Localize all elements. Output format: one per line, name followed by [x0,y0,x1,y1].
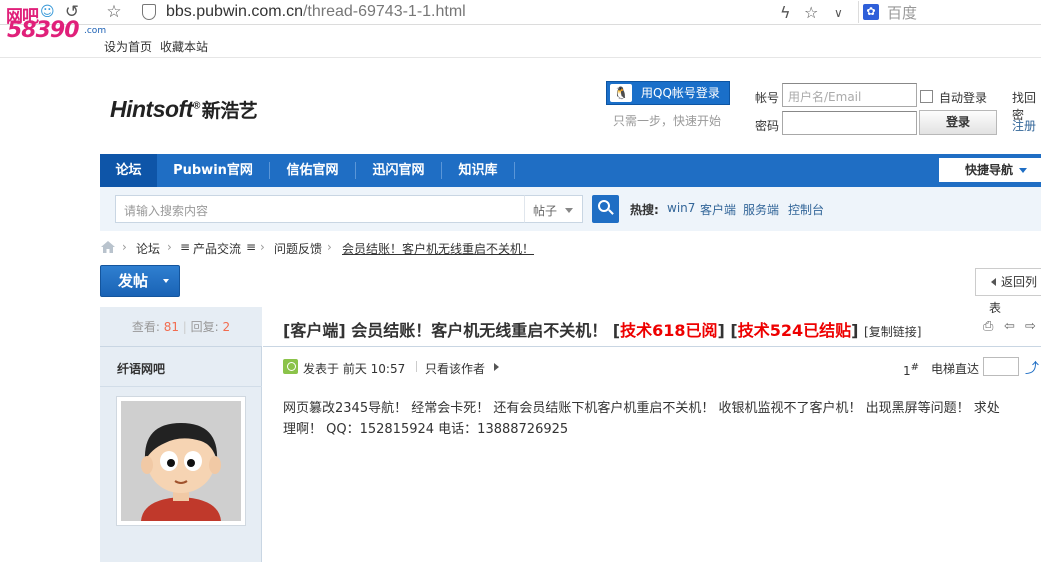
author-column: 查看: 81 | 回复: 2 纤语网吧 [100,307,262,562]
nav-item-knowledge[interactable]: 知识库 [442,154,514,187]
qq-penguin-icon: 🐧 [610,84,632,102]
baidu-paw-icon: ✿ [863,4,879,20]
copy-link-button[interactable]: [复制链接] [864,325,921,339]
user-online-icon [283,359,298,374]
breadcrumb-forum[interactable]: 论坛 [136,240,160,257]
floor-number: 1# [903,362,920,378]
elevator-label: 电梯直达 [931,362,980,376]
nav-item-pubwin[interactable]: Pubwin官网 [157,154,269,187]
search-button[interactable] [592,195,619,223]
post-column: [客户端] 会员结账！客户机无线重启不关机！ [技术618已阅] [技术524已… [263,307,1041,562]
hot-term-client[interactable]: 客户端 [700,201,736,218]
avatar-illustration [121,401,241,521]
favorite-star-icon[interactable]: ☆ [804,3,818,23]
nav-item-xunshan[interactable]: 迅闪官网 [356,154,441,187]
caret-down-icon [1019,168,1028,173]
elevator-input[interactable] [983,357,1019,376]
account-label: 帐号 [755,91,780,105]
star-icon[interactable]: ☆ [104,2,124,22]
search-engine-name: 百度 [887,4,918,22]
avatar[interactable] [116,396,246,526]
elevator-go-icon[interactable]: ⤴ [1025,358,1039,377]
chevron-down-icon [565,208,573,213]
author-name[interactable]: 纤语网吧 [117,360,165,377]
lightning-icon[interactable]: ϟ [780,3,791,23]
page: Hintsoft® 新浩艺 🐧 用QQ帐号登录 只需一步，快速开始 帐号 用户名/… [0,58,1041,562]
hot-term-console[interactable]: 控制台 [788,201,824,218]
caret-down-icon [163,279,169,283]
main-nav: 论坛 Pubwin官网 信佑官网 迅闪官网 知识库 快捷导航 [100,154,1041,187]
browser-search-box[interactable]: ✿ 百度 [858,1,1041,23]
auto-login-checkbox[interactable] [920,90,933,103]
tag-closed: 技术524已结贴 [737,321,852,340]
add-favorite-link[interactable]: 收藏本站 [160,38,208,55]
search-type-select[interactable]: 帖子 [524,195,583,223]
site-logo[interactable]: Hintsoft® 新浩艺 [110,96,258,123]
hot-search-label: 热搜: [630,203,659,217]
register-link[interactable]: 注册 [1012,117,1036,134]
thread-stats: 查看: 81 | 回复: 2 [100,307,262,347]
url-text: bbs.pubwin.com.cn/thread-69743-1-1.html [166,3,466,20]
home-icon[interactable] [101,241,115,253]
search-bar: 请输入搜索内容 帖子 热搜: win7 客户端 服务端 控制台 [100,187,1041,231]
nav-item-xinyou[interactable]: 信佑官网 [270,154,355,187]
login-button[interactable]: 登录 [919,110,997,135]
next-thread-icon[interactable]: ⇨ [1025,319,1036,334]
breadcrumb-feedback[interactable]: 问题反馈 [274,240,322,257]
shield-icon [142,4,156,20]
triangle-right-icon [494,363,499,371]
triangle-left-icon [991,278,996,286]
address-bar[interactable]: bbs.pubwin.com.cn/thread-69743-1-1.html … [136,1,854,23]
thread-title: [客户端] 会员结账！客户机无线重启不关机！ [技术618已阅] [技术524已… [283,321,922,340]
post-meta: 发表于 前天 10:57 只看该作者 1# 电梯直达 ⤴ [263,348,1041,384]
bookmark-bar: 设为首页 收藏本站 [0,26,1041,58]
set-homepage-link[interactable]: 设为首页 [104,38,152,55]
chevron-down-icon[interactable]: ∨ [834,3,843,23]
qq-login-tip: 只需一步，快速开始 [613,114,722,128]
watermark-logo: 网吧 ☺ 58390 .com [6,4,107,43]
back-to-list-button[interactable]: 返回列表 [975,268,1041,315]
breadcrumb-product[interactable]: 产品交流 [193,240,241,257]
post-content: 网页篡改2345导航！ 经常会卡死！ 还有会员结账下机客户机重启不关机！ 收银机… [283,401,1000,437]
nav-item-forum[interactable]: 论坛 [100,154,157,187]
hot-term-server[interactable]: 服务端 [743,201,779,218]
author-only-link[interactable]: 只看该作者 [425,360,485,377]
search-input[interactable]: 请输入搜索内容 [115,195,525,223]
password-label: 密码 [755,119,780,133]
breadcrumb-thread[interactable]: 会员结账！客户机无线重启不关机！ [342,240,534,257]
qq-login-button[interactable]: 🐧 用QQ帐号登录 [606,81,730,105]
new-post-button[interactable]: 发帖 [100,265,180,297]
hot-term-win7[interactable]: win7 [667,201,695,215]
quick-nav-button[interactable]: 快捷导航 [939,158,1041,182]
auto-login-label[interactable]: 自动登录 [939,89,987,106]
tag-read: 技术618已阅 [620,321,718,340]
post-time: 发表于 前天 10:57 [303,362,406,376]
print-icon[interactable]: ⎙ [983,319,993,334]
browser-toolbar: ↺ ☆ bbs.pubwin.com.cn/thread-69743-1-1.h… [0,0,1041,25]
thread-title-row: [客户端] 会员结账！客户机无线重启不关机！ [技术618已阅] [技术524已… [263,307,1041,347]
password-input[interactable] [782,111,917,135]
account-input[interactable]: 用户名/Email [782,83,917,107]
prev-thread-icon[interactable]: ⇦ [1004,319,1015,334]
